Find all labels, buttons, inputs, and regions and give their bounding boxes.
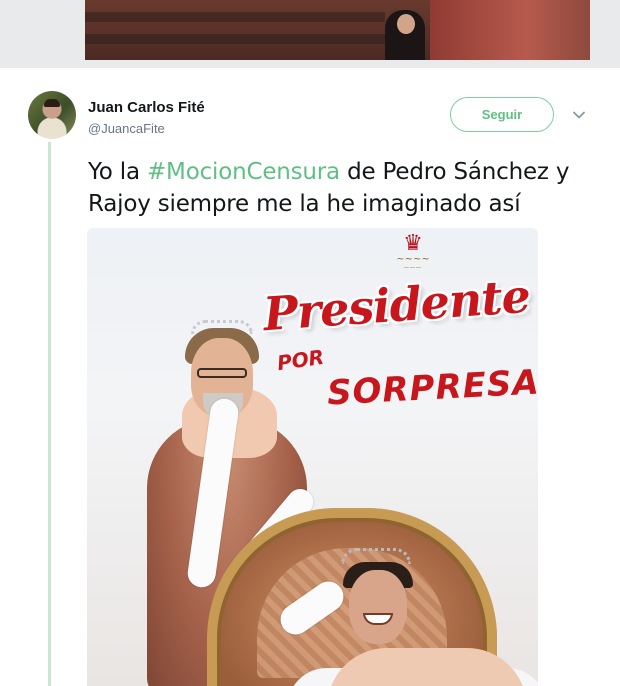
author-name[interactable]: Juan Carlos Fité [88,99,205,116]
prince-head [349,570,407,644]
person-face [397,14,415,34]
tiara-icon [341,548,411,564]
studio-logo: ♛ ~~~~ ——— [378,230,448,272]
parliament-seats [430,0,590,60]
avatar[interactable] [28,91,76,139]
parliament-bench [85,12,385,22]
thread-line [48,142,51,686]
avatar-hair [44,99,60,107]
tweet-text-start: Yo la [88,159,147,185]
poster-title: Presidente [261,268,532,342]
poster-subtitle-por: POR [275,344,326,376]
tweet-image[interactable]: ♛ ~~~~ ——— Presidente POR SORPRESA [87,228,538,686]
studio-logo-subtext: ——— [404,265,422,271]
crown-icon: ♛ [403,230,423,255]
parliament-bench [85,34,385,44]
chevron-down-icon[interactable] [572,108,586,122]
previous-tweet-media[interactable] [85,0,590,60]
tiara-icon [191,320,253,334]
poster-subtitle-sorpresa: SORPRESA [326,362,538,414]
glasses-icon [197,368,247,378]
tweet-text: Yo la #MocionCensura de Pedro Sánchez y … [88,156,598,220]
author-handle[interactable]: @JuancaFite [88,121,165,136]
studio-logo-script: ~~~~ [396,254,430,265]
tweet-card: Juan Carlos Fité @JuancaFite Seguir Yo l… [0,68,620,686]
follow-button[interactable]: Seguir [450,97,554,132]
hashtag-link[interactable]: #MocionCensura [147,159,340,185]
